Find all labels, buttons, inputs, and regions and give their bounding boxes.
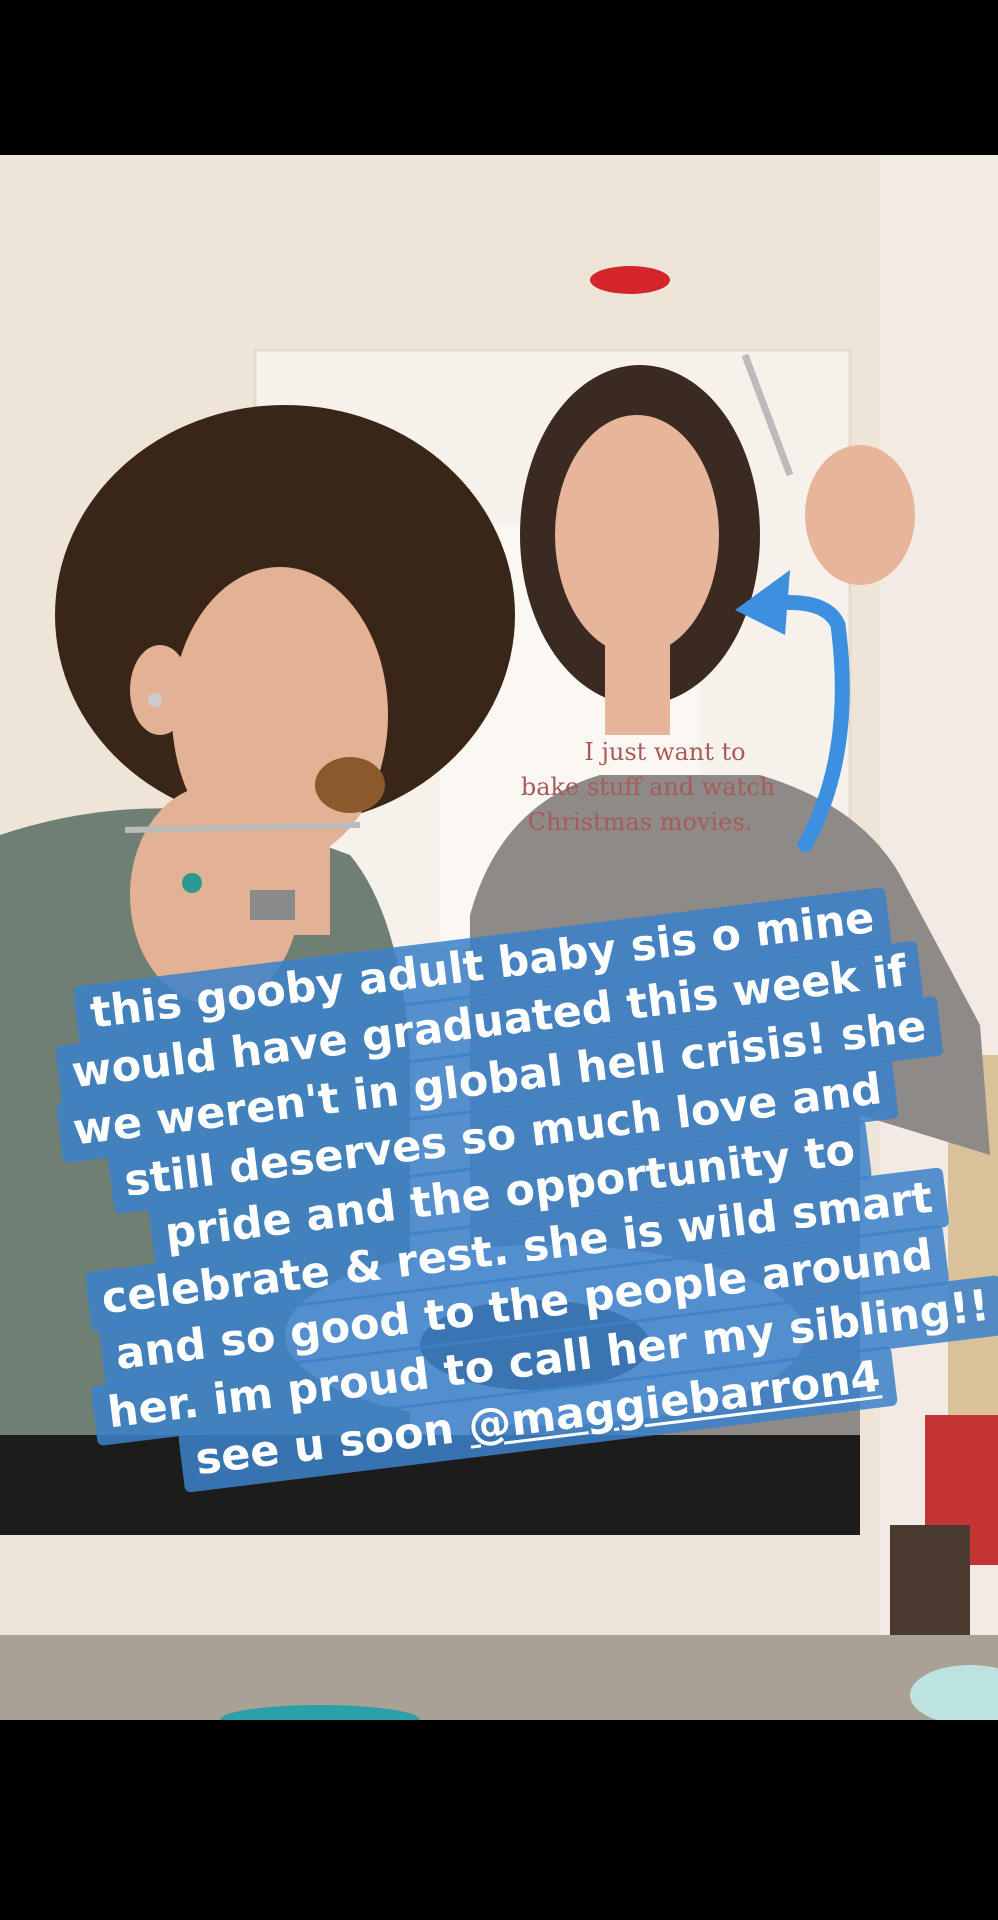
shirt-text-line-3: Christmas movies. [528, 808, 753, 836]
top-letterbox [0, 0, 998, 155]
story-caption: this gooby adult baby sis o mine would h… [42, 883, 998, 1499]
shirt-text-line-1: I just want to [584, 738, 745, 766]
shirt-text-line-2: bake stuff and watch [521, 773, 775, 801]
bottom-letterbox [0, 1720, 998, 1920]
